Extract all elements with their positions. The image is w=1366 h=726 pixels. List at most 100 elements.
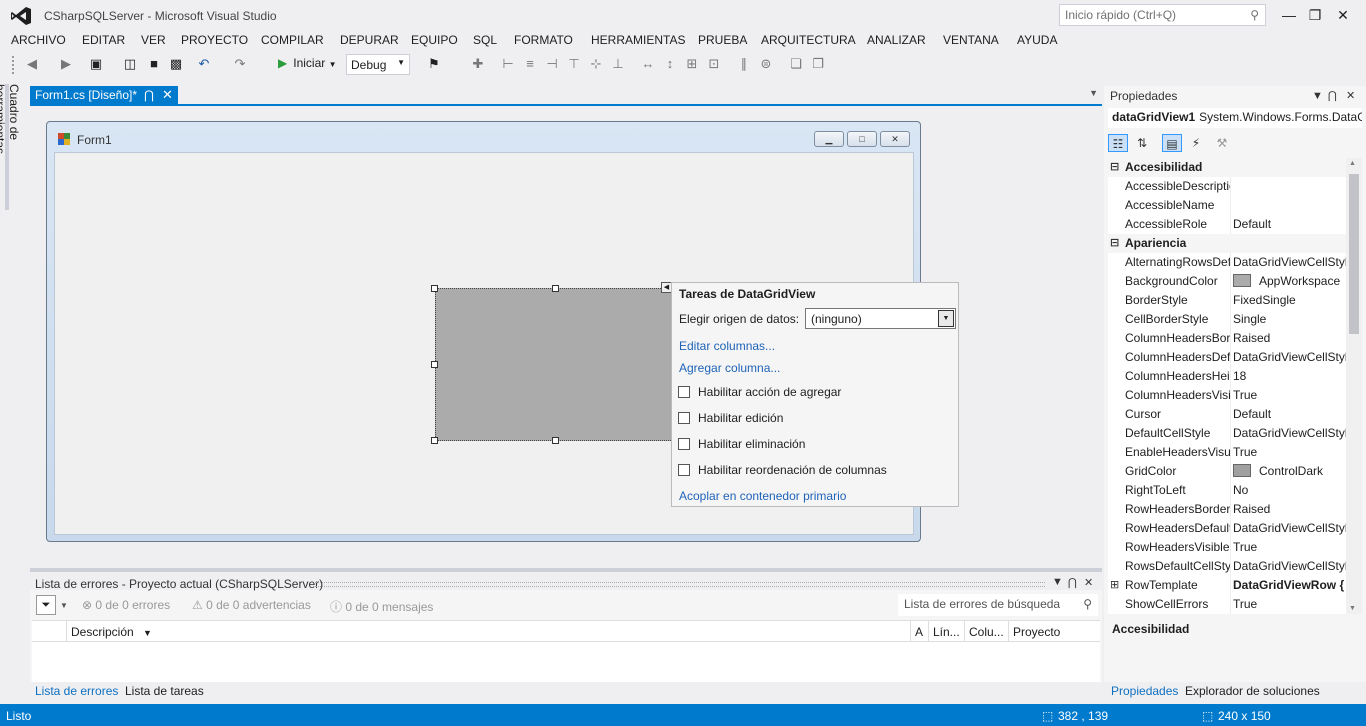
resize-handle[interactable] [431,361,438,368]
tab-properties[interactable]: Propiedades [1106,682,1183,700]
menu-archivo[interactable]: ARCHIVO [11,33,66,47]
tab-task-list[interactable]: Lista de tareas [120,682,209,700]
property-value[interactable]: DataGridViewCellStyle [1233,559,1346,573]
property-value[interactable]: FixedSingle [1233,293,1346,307]
size-to-grid-icon[interactable]: ⊞ [684,56,700,72]
property-value[interactable]: True [1233,445,1346,459]
close-icon[interactable]: ✕ [162,87,173,103]
pin-icon[interactable]: ⋂ [1328,89,1337,102]
close-icon[interactable]: ✕ [1084,576,1093,589]
property-value[interactable]: Raised [1233,331,1346,345]
datasource-combobox[interactable]: (ninguno) ▼ [805,308,956,329]
menu-arquitectura[interactable]: ARQUITECTURA [761,33,856,47]
categorized-icon[interactable]: ☷ [1108,134,1128,152]
enable-adding-checkbox[interactable]: Habilitar acción de agregar [678,385,841,399]
column-file[interactable]: A [915,625,923,639]
add-column-link[interactable]: Agregar columna... [679,361,780,375]
property-row[interactable]: ⊞ RowTemplate DataGridViewRow { [1108,576,1346,595]
property-value[interactable]: DataGridViewRow { [1233,578,1346,592]
messages-filter-button[interactable]: ⓘ 0 de 0 mensajes [330,598,433,615]
menu-depurar[interactable]: DEPURAR [340,33,399,47]
menu-proyecto[interactable]: PROYECTO [181,33,248,47]
property-pages-icon[interactable]: ⚒ [1212,134,1232,152]
align-centers-icon[interactable]: ≡ [522,56,538,72]
property-category[interactable]: ⊟ Apariencia [1108,234,1346,253]
resize-handle[interactable] [431,437,438,444]
collapse-icon[interactable]: ⊟ [1110,160,1119,173]
forward-icon[interactable]: ▶ [58,56,74,72]
edit-columns-link[interactable]: Editar columnas... [679,339,775,353]
filter-icon[interactable]: ⏷ [36,595,56,615]
property-value[interactable]: No [1233,483,1346,497]
property-row[interactable]: RowsDefaultCellStyle DataGridViewCellStyl… [1108,557,1346,576]
enable-editing-checkbox[interactable]: Habilitar edición [678,411,783,425]
property-row[interactable]: BorderStyle FixedSingle [1108,291,1346,310]
column-column[interactable]: Colu... [969,625,1004,639]
properties-icon[interactable]: ▤ [1162,134,1182,152]
expand-icon[interactable]: ⊞ [1110,578,1119,591]
events-icon[interactable]: ⚡ [1186,134,1206,152]
new-project-icon[interactable]: ▣ [88,56,104,72]
back-icon[interactable]: ◀ [24,56,40,72]
property-value[interactable]: AppWorkspace [1233,274,1346,288]
property-row[interactable]: EnableHeadersVisualStylesTrue [1108,443,1346,462]
menu-ver[interactable]: VER [141,33,166,47]
scroll-up-icon[interactable]: ▲ [1349,160,1356,167]
property-row[interactable]: CellBorderStyle Single [1108,310,1346,329]
enable-column-reorder-checkbox[interactable]: Habilitar reordenación de columnas [678,463,887,477]
chevron-down-icon[interactable]: ▼ [938,310,954,327]
chevron-down-icon[interactable]: ▼ [1052,576,1063,588]
property-value[interactable]: DataGridViewCellStyle [1233,255,1346,269]
property-value[interactable]: Default [1233,217,1346,231]
tab-form1-design[interactable]: Form1.cs [Diseño]* ⋂ ✕ [30,86,178,106]
collapse-icon[interactable]: ⊟ [1110,236,1119,249]
column-line[interactable]: Lín... [933,625,960,639]
tab-solution-explorer[interactable]: Explorador de soluciones [1180,682,1325,700]
resize-handle[interactable] [552,437,559,444]
property-row[interactable]: RightToLeft No [1108,481,1346,500]
save-icon[interactable]: ■ [146,56,162,72]
property-row[interactable]: Cursor Default [1108,405,1346,424]
close-button[interactable]: ✕ [1330,3,1356,27]
horizontal-spacing-icon[interactable]: ∥ [736,56,752,72]
pin-icon[interactable]: ⋂ [1068,576,1077,589]
make-same-width-icon[interactable]: ↔ [640,56,656,72]
align-rights-icon[interactable]: ⊣ [544,56,560,72]
save-all-icon[interactable]: ▩ [168,56,184,72]
property-row[interactable]: ColumnHeadersVisibleTrue [1108,386,1346,405]
property-row[interactable]: ColumnHeadersBorderStyleRaised [1108,329,1346,348]
property-category[interactable]: ⊟ Accesibilidad [1108,158,1346,177]
property-row[interactable]: RowHeadersVisible True [1108,538,1346,557]
scroll-thumb[interactable] [1349,174,1359,334]
chevron-down-icon[interactable]: ▼ [60,601,68,610]
restore-button[interactable]: ❐ [1302,3,1328,27]
property-row[interactable]: AccessibleRole Default [1108,215,1346,234]
property-row[interactable]: ShowCellErrors True [1108,595,1346,614]
property-value[interactable]: Default [1233,407,1346,421]
property-row[interactable]: ColumnHeadersHeight18 [1108,367,1346,386]
vertical-spacing-icon[interactable]: ⊜ [758,56,774,72]
property-row[interactable]: GridColor ControlDark [1108,462,1346,481]
enable-deleting-checkbox[interactable]: Habilitar eliminación [678,437,805,451]
menu-compilar[interactable]: COMPILAR [261,33,324,47]
property-value[interactable]: Single [1233,312,1346,326]
property-value[interactable]: True [1233,388,1346,402]
property-grid-scrollbar[interactable]: ▲ ▼ [1346,158,1362,614]
align-lefts-icon[interactable]: ⊢ [500,56,516,72]
property-value[interactable]: 18 [1233,369,1346,383]
start-button[interactable]: ▶ Iniciar ▼ [278,56,337,70]
property-value[interactable]: True [1233,540,1346,554]
pin-icon[interactable]: ⋂ [144,88,154,102]
property-value[interactable]: ControlDark [1233,464,1346,478]
datagridview-control[interactable] [435,288,675,441]
tab-error-list[interactable]: Lista de errores [30,682,123,700]
menu-sql[interactable]: SQL [473,33,497,47]
menu-ventana[interactable]: VENTANA [943,33,999,47]
property-row[interactable]: AccessibleDescription [1108,177,1346,196]
property-value[interactable]: Raised [1233,502,1346,516]
close-icon[interactable]: ✕ [1346,89,1355,102]
undo-icon[interactable]: ↶ [196,56,212,72]
property-row[interactable]: RowHeadersDefaultCellStyleDataGridViewCe… [1108,519,1346,538]
minimize-button[interactable]: — [1276,3,1302,27]
configuration-select[interactable]: Debug ▼ [346,54,410,75]
